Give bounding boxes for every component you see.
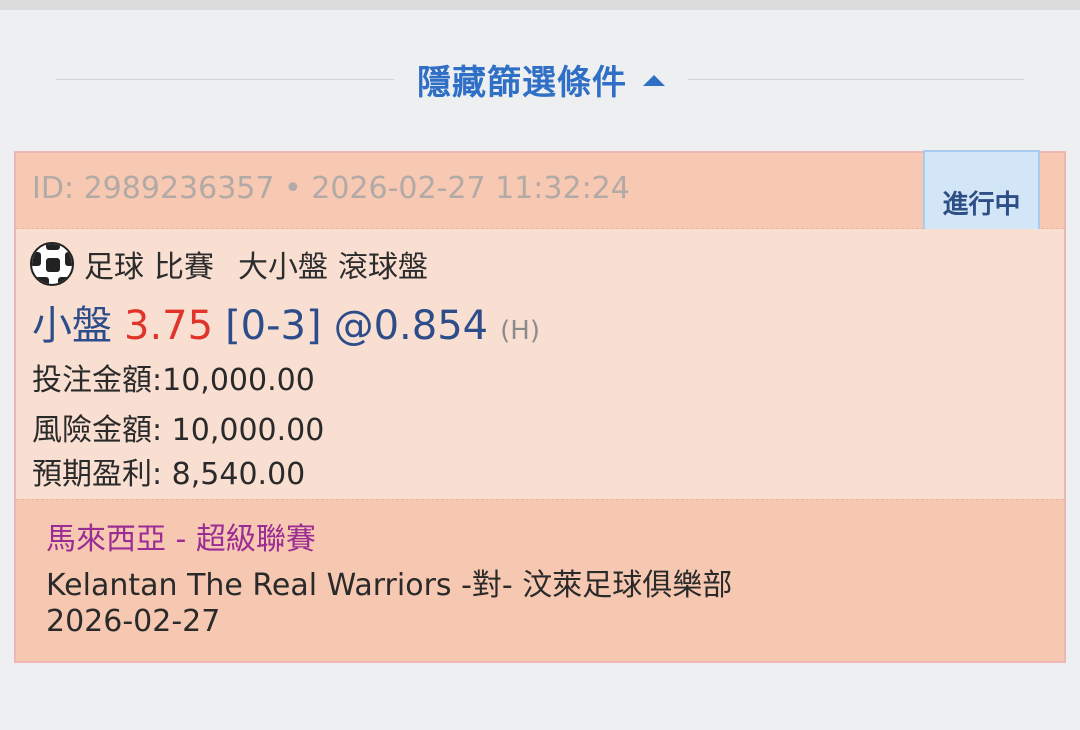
filter-toggle-row: 隱藏篩選條件 [0, 50, 1080, 108]
bet-card-header: ID: 2989236357 • 2026-02-27 11:32:24 [16, 153, 1064, 229]
divider-right [688, 79, 1024, 80]
current-score: [0-3] [225, 303, 322, 349]
bet-selection-line: 小盤 3.75 [0-3] @0.854 (H) [32, 293, 540, 349]
caret-up-icon [643, 74, 665, 86]
selection: 小盤 [32, 303, 112, 349]
soccer-ball-icon [30, 242, 74, 286]
odds-type: (H) [500, 316, 540, 346]
sport-name: 足球 [84, 250, 144, 285]
top-bar [0, 0, 1080, 10]
hide-filter-label: 隱藏篩選條件 [417, 62, 627, 103]
handicap-line: 3.75 [124, 303, 214, 349]
hide-filter-button[interactable]: 隱藏篩選條件 [395, 58, 687, 103]
match-teams: Kelantan The Real Warriors -對- 汶萊足球俱樂部 [46, 568, 733, 603]
bet-id-timestamp: ID: 2989236357 • 2026-02-27 11:32:24 [32, 171, 630, 206]
stake-amount: 投注金額:10,000.00 [32, 363, 315, 398]
risk-amount: 風險金額: 10,000.00 [32, 413, 325, 448]
bet-category: 比賽 [154, 250, 214, 285]
match-info: 馬來西亞 - 超級聯賽 Kelantan The Real Warriors -… [16, 499, 1064, 661]
bet-type: 滾球盤 [338, 250, 428, 285]
market-name: 大小盤 [238, 250, 328, 285]
sport-line: 足球 比賽 大小盤 滾球盤 [30, 242, 428, 286]
match-date: 2026-02-27 [46, 604, 221, 639]
expected-profit: 預期盈利: 8,540.00 [32, 457, 306, 492]
bet-details: 足球 比賽 大小盤 滾球盤 小盤 3.75 [0-3] @0.854 (H) 投… [16, 229, 1064, 499]
bet-card[interactable]: ID: 2989236357 • 2026-02-27 11:32:24 進行中… [14, 150, 1066, 663]
odds-value: @0.854 [333, 303, 489, 349]
league-name: 馬來西亞 - 超級聯賽 [46, 522, 316, 557]
divider-left [56, 79, 394, 80]
